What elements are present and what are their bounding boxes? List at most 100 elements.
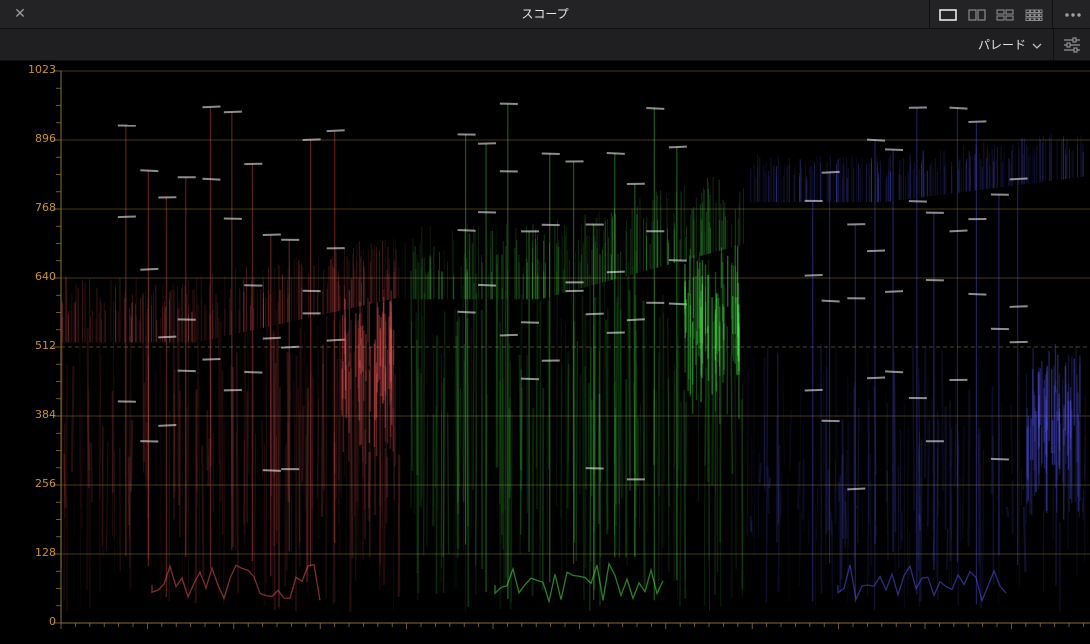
waveform-smear	[338, 295, 341, 480]
waveform-smear	[797, 461, 801, 510]
waveform-smear	[446, 412, 450, 554]
grid-layout-icon[interactable]	[1022, 5, 1046, 25]
waveform-smear	[746, 372, 749, 537]
waveform-smear	[749, 516, 753, 532]
waveform-smear	[899, 429, 902, 550]
waveform-smear	[927, 419, 931, 527]
waveform-smear	[426, 413, 429, 548]
waveform-smear	[541, 388, 545, 590]
waveform-smear	[946, 529, 949, 570]
waveform-smear	[63, 453, 67, 508]
y-tick-label: 0	[49, 615, 56, 628]
y-tick-label: 640	[35, 270, 56, 283]
waveform-smear	[106, 440, 109, 552]
waveform-smear	[300, 291, 303, 485]
waveform-smear	[223, 421, 226, 604]
waveform-smear	[824, 419, 827, 565]
waveform-smear	[757, 453, 760, 538]
waveform-smear	[1083, 395, 1087, 479]
title-bar: ✕ スコープ	[0, 0, 1090, 29]
waveform-smear	[1074, 345, 1078, 503]
waveform-smear	[959, 475, 962, 543]
waveform-smear	[455, 335, 459, 559]
waveform-smear	[967, 389, 971, 547]
waveform-smear	[619, 309, 624, 499]
window-title: スコープ	[521, 7, 569, 21]
scope-mode-label: パレード	[978, 38, 1027, 52]
waveform-smear	[531, 408, 535, 596]
settings-sliders-icon[interactable]	[1053, 29, 1090, 60]
waveform-smear	[897, 465, 900, 568]
waveform-smear	[617, 253, 620, 505]
red-channel-trace	[60, 105, 401, 612]
waveform-smear	[947, 451, 949, 499]
waveform-smear	[290, 354, 292, 551]
waveform-smear	[627, 262, 631, 475]
waveform-smear	[912, 345, 915, 511]
waveform-smear	[73, 437, 75, 601]
waveform-smear	[285, 422, 289, 572]
waveform-smear	[253, 433, 257, 581]
more-horizontal-icon[interactable]	[1056, 0, 1090, 29]
scope-toolbar: パレード	[0, 29, 1090, 61]
waveform-smear	[70, 365, 75, 473]
waveform-smear	[603, 272, 605, 466]
green-channel-trace	[404, 101, 744, 612]
waveform-smear	[679, 401, 683, 607]
waveform-smear	[1022, 506, 1027, 573]
waveform-smear	[836, 409, 840, 536]
waveform-smear	[573, 251, 577, 539]
waveform-smear	[578, 374, 582, 495]
waveform-smear	[683, 389, 687, 599]
waveform-smear	[768, 477, 772, 488]
blue-channel-trace	[746, 105, 1087, 612]
close-icon[interactable]: ✕	[12, 5, 28, 23]
waveform-smear	[840, 455, 844, 580]
waveform-smear	[519, 294, 523, 554]
y-tick-label: 128	[35, 546, 56, 559]
waveform-smear	[235, 432, 238, 551]
waveform-parade	[53, 70, 1090, 629]
y-tick-label: 768	[35, 201, 56, 214]
waveform-smear	[766, 466, 770, 514]
waveform-smear	[614, 382, 617, 526]
channel-traces	[60, 101, 1087, 612]
y-tick-label: 384	[35, 408, 56, 421]
waveform-smear	[265, 297, 268, 584]
waveform-smear	[575, 341, 579, 562]
waveform-smear	[581, 295, 585, 601]
scope-mode-dropdown[interactable]: パレード	[978, 29, 1050, 60]
waveform-smear	[278, 387, 281, 608]
waveform-smear	[463, 344, 465, 503]
waveform-smear	[893, 352, 896, 573]
y-tick-label: 1023	[28, 63, 56, 76]
waveform-smear	[154, 370, 158, 486]
quad-layout-icon[interactable]	[993, 5, 1017, 25]
waveform-smear	[605, 319, 609, 535]
waveform-smear	[355, 384, 358, 561]
waveform-smear	[982, 449, 985, 600]
waveform-smear	[359, 441, 361, 566]
waveform-smear	[660, 309, 663, 582]
waveform-smear	[961, 425, 965, 539]
waveform-smear	[734, 338, 737, 569]
waveform-smear	[704, 367, 708, 467]
parade-scope: 1023 896 768 640 512 384 256 128 0	[0, 61, 1090, 644]
waveform-smear	[293, 380, 296, 473]
single-layout-icon[interactable]	[936, 5, 960, 25]
waveform-smear	[316, 325, 320, 538]
waveform-smear	[758, 463, 762, 484]
waveform-smear	[565, 322, 568, 569]
waveform-smear	[849, 374, 852, 493]
waveform-smear	[1005, 506, 1010, 518]
waveform-smear	[1010, 403, 1014, 475]
waveform-smear	[442, 311, 446, 593]
waveform-smear	[948, 493, 952, 589]
waveform-smear	[322, 364, 325, 491]
waveform-smear	[941, 349, 945, 492]
waveform-smear	[440, 410, 442, 584]
chevron-down-icon	[1032, 35, 1042, 54]
dual-layout-icon[interactable]	[965, 5, 989, 25]
waveform-smear	[547, 300, 550, 470]
waveform-smear	[777, 444, 781, 593]
